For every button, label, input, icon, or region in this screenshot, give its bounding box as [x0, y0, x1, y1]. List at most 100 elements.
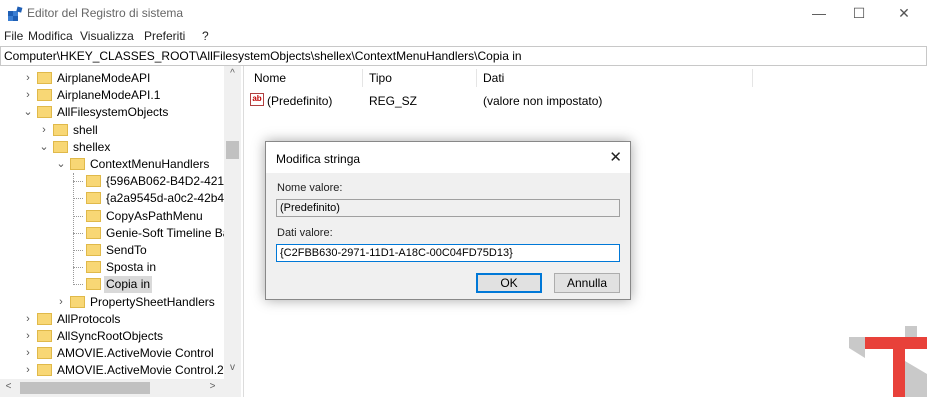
tree-item[interactable]: Copia in: [0, 276, 224, 294]
tree-item-label: AllSyncRootObjects: [57, 329, 164, 343]
tree-item-label: CopyAsPathMenu: [106, 208, 203, 223]
tree-item-label: Copia in: [104, 276, 153, 294]
menu-help[interactable]: ?: [202, 29, 209, 43]
folder-icon: [37, 312, 52, 325]
chevron-right-icon[interactable]: ›: [55, 294, 67, 311]
chevron-down-icon[interactable]: ⌄: [22, 104, 34, 121]
tree-item[interactable]: › AMOVIE.ActiveMovie Control.2: [0, 362, 224, 379]
tree-item-label: ContextMenuHandlers: [90, 157, 210, 171]
tree-item[interactable]: SendTo: [0, 242, 224, 259]
value-name-label: Nome valore:: [277, 182, 343, 194]
tree-item[interactable]: › AMOVIE.ActiveMovie Control: [0, 345, 224, 362]
scroll-up-arrow-icon[interactable]: ^: [224, 68, 241, 79]
folder-icon: [86, 226, 101, 239]
column-header-data[interactable]: Dati: [483, 71, 504, 85]
tree-item[interactable]: Sposta in: [0, 259, 224, 276]
tree-connector: [73, 173, 74, 285]
chevron-down-icon[interactable]: ⌄: [55, 156, 67, 173]
close-button[interactable]: ✕: [881, 0, 927, 27]
value-name: (Predefinito): [267, 94, 333, 108]
folder-icon: [86, 209, 101, 222]
tree-connector: [73, 284, 83, 286]
column-header-type[interactable]: Tipo: [369, 71, 392, 85]
tree-item-label: AMOVIE.ActiveMovie Control.2: [57, 363, 224, 378]
menu-modifica[interactable]: Modifica: [28, 29, 73, 43]
folder-icon: [37, 89, 52, 102]
column-separator[interactable]: [752, 69, 753, 87]
value-data-field[interactable]: {C2FBB630-2971-11D1-A18C-00C04FD75D13}: [276, 244, 620, 262]
chevron-right-icon[interactable]: ›: [22, 362, 34, 379]
folder-icon: [37, 106, 52, 119]
tree-item[interactable]: Genie-Soft Timeline Bac: [0, 225, 235, 242]
column-separator[interactable]: [476, 69, 477, 87]
menu-visualizza[interactable]: Visualizza: [80, 29, 134, 43]
tree-item-label: AMOVIE.ActiveMovie Control: [57, 346, 214, 361]
window-title: Editor del Registro di sistema: [27, 6, 184, 20]
edit-string-dialog: Modifica stringa ✕ Nome valore: (Predefi…: [265, 141, 631, 300]
tree-item[interactable]: CopyAsPathMenu: [0, 208, 224, 225]
tree-item-label: {a2a9545d-a0c2-42b4-9: [106, 191, 235, 206]
tree-item[interactable]: › AllSyncRootObjects: [0, 328, 224, 345]
tree-item[interactable]: ⌄ ContextMenuHandlers: [0, 156, 224, 173]
tree-vertical-scrollbar[interactable]: ^ v: [224, 66, 241, 379]
folder-icon: [37, 330, 52, 342]
list-item[interactable]: ab (Predefinito) REG_SZ (valore non impo…: [250, 92, 750, 109]
tree-item-label: AllProtocols: [57, 311, 121, 326]
tree-horizontal-scrollbar[interactable]: < >: [0, 379, 224, 397]
value-data-label: Dati valore:: [277, 227, 333, 239]
tree-item-label: AirplaneModeAPI: [57, 71, 151, 85]
tree-item[interactable]: ⌄ AllFilesystemObjects: [0, 104, 224, 121]
value-data: (valore non impostato): [483, 94, 603, 108]
chevron-right-icon[interactable]: ›: [22, 345, 34, 362]
chevron-right-icon[interactable]: ›: [22, 328, 34, 345]
menu-file[interactable]: File: [4, 29, 23, 43]
menu-preferiti[interactable]: Preferiti: [144, 29, 185, 43]
tree-item-label: AirplaneModeAPI.1: [57, 88, 161, 103]
chevron-right-icon[interactable]: ›: [22, 87, 34, 104]
chevron-right-icon[interactable]: ›: [22, 311, 34, 328]
tree-item[interactable]: › PropertySheetHandlers: [0, 294, 224, 311]
ok-button[interactable]: OK: [476, 273, 542, 293]
tree-item[interactable]: › AirplaneModeAPI: [0, 70, 224, 87]
address-bar[interactable]: Computer\HKEY_CLASSES_ROOT\AllFilesystem…: [0, 46, 927, 66]
tree-connector: [73, 250, 83, 251]
column-separator[interactable]: [362, 69, 363, 87]
folder-icon: [86, 261, 101, 274]
scroll-left-arrow-icon[interactable]: <: [0, 381, 17, 392]
chevron-right-icon[interactable]: ›: [22, 70, 34, 87]
folder-icon: [70, 158, 85, 170]
scroll-down-arrow-icon[interactable]: v: [224, 362, 241, 373]
tree-connector: [73, 215, 83, 217]
tree-item-label: PropertySheetHandlers: [90, 294, 215, 309]
string-value-icon: ab: [250, 93, 264, 106]
watermark-logo: [849, 326, 927, 397]
tree-item[interactable]: ⌄ shellex: [0, 139, 224, 156]
address-path[interactable]: Computer\HKEY_CLASSES_ROOT\AllFilesystem…: [4, 49, 522, 63]
maximize-button[interactable]: ☐: [836, 0, 882, 27]
folder-icon: [70, 295, 85, 308]
chevron-right-icon[interactable]: ›: [38, 122, 50, 139]
scroll-thumb[interactable]: [226, 141, 239, 159]
folder-icon: [53, 123, 68, 136]
scroll-right-arrow-icon[interactable]: >: [204, 381, 221, 392]
folder-icon: [86, 175, 101, 188]
dialog-body: Nome valore: (Predefinito) Dati valore: …: [266, 173, 630, 299]
tree-item[interactable]: › AllProtocols: [0, 311, 224, 328]
hscroll-thumb[interactable]: [20, 382, 150, 394]
tree-item[interactable]: › AirplaneModeAPI.1: [0, 87, 224, 104]
column-header-name[interactable]: Nome: [254, 71, 286, 85]
value-name-field: (Predefinito): [276, 199, 620, 217]
folder-icon: [86, 244, 101, 256]
tree-item-label: AllFilesystemObjects: [57, 105, 169, 120]
folder-icon: [53, 140, 68, 153]
folder-icon: [37, 347, 52, 360]
cancel-button[interactable]: Annulla: [554, 273, 620, 293]
tree-item[interactable]: {a2a9545d-a0c2-42b4-9: [0, 190, 235, 207]
tree-item[interactable]: {596AB062-B4D2-4215-9: [0, 173, 241, 190]
chevron-down-icon[interactable]: ⌄: [38, 139, 50, 156]
tree-view[interactable]: › AirplaneModeAPI › AirplaneModeAPI.1 ⌄ AllFi…: [0, 66, 244, 397]
tree-item[interactable]: › shell: [0, 122, 224, 139]
scrollbar-corner: [224, 379, 241, 397]
dialog-title: Modifica stringa: [276, 152, 361, 166]
dialog-close-icon[interactable]: ✕: [609, 148, 622, 166]
